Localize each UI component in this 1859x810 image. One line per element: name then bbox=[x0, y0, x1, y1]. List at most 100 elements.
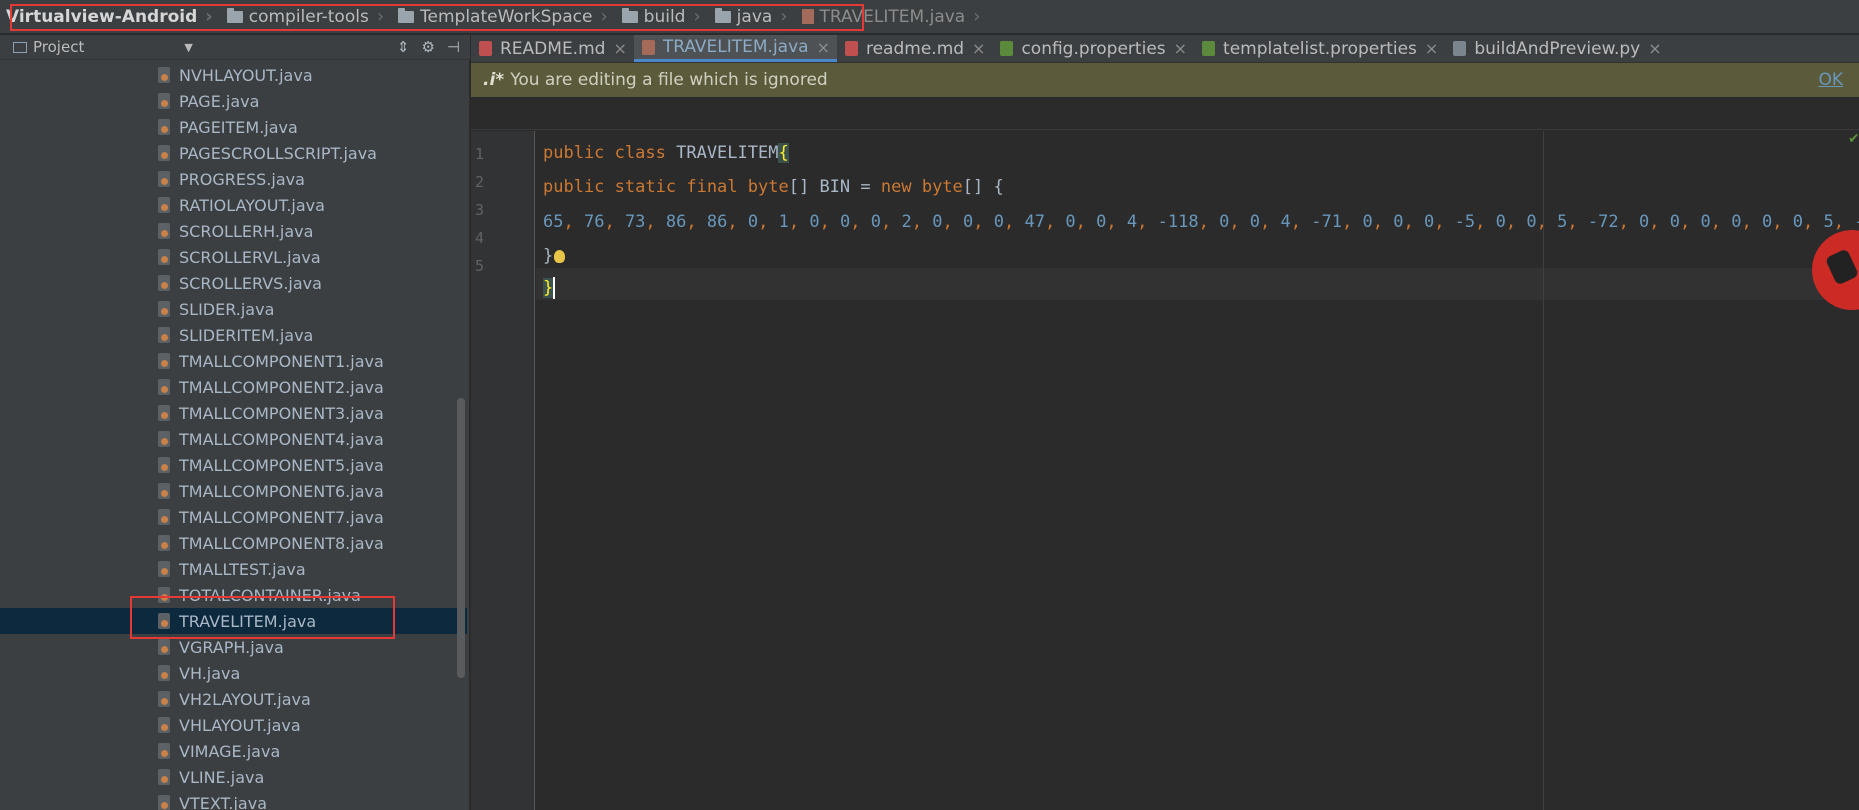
tree-item[interactable]: NVHLAYOUT.java bbox=[0, 62, 467, 88]
hide-panel-icon[interactable]: ⊣ bbox=[447, 38, 460, 56]
byte-value: 0 bbox=[932, 212, 943, 232]
tab-readme-md-lower[interactable]: readme.md × bbox=[837, 35, 992, 62]
close-icon[interactable]: × bbox=[1174, 39, 1187, 58]
java-file-icon bbox=[158, 795, 170, 810]
tree-item[interactable]: VLINE.java bbox=[0, 764, 467, 790]
close-icon[interactable]: × bbox=[972, 39, 985, 58]
breadcrumb-item-compiler-tools[interactable]: compiler-tools › bbox=[223, 0, 394, 34]
tab-label: README.md bbox=[500, 38, 606, 59]
close-icon[interactable]: × bbox=[1425, 39, 1438, 58]
code-line-3: 65, 76, 73, 86, 86, 0, 1, 0, 0, 0, 2, 0,… bbox=[543, 208, 1859, 236]
tree-item[interactable]: TOTALCONTAINER.java bbox=[0, 582, 467, 608]
tree-item[interactable]: TMALLCOMPONENT6.java bbox=[0, 478, 467, 504]
close-icon[interactable]: × bbox=[613, 39, 626, 58]
tree-item[interactable]: TMALLTEST.java bbox=[0, 556, 467, 582]
tree-item[interactable]: VH.java bbox=[0, 660, 467, 686]
tree-item[interactable]: SLIDER.java bbox=[0, 296, 467, 322]
breadcrumb-item-build[interactable]: build › bbox=[618, 0, 711, 34]
collapse-all-icon[interactable]: ⇕ bbox=[397, 38, 410, 56]
tree-item-label: TMALLTEST.java bbox=[179, 559, 306, 579]
tree-item[interactable]: TMALLCOMPONENT5.java bbox=[0, 452, 467, 478]
tree-item[interactable]: TMALLCOMPONENT1.java bbox=[0, 348, 467, 374]
line-number: 3 bbox=[475, 201, 485, 219]
ok-link[interactable]: OK bbox=[1818, 70, 1843, 90]
scrollbar[interactable] bbox=[457, 398, 465, 678]
tree-item[interactable]: VGRAPH.java bbox=[0, 634, 467, 660]
breadcrumb-root[interactable]: Virtualview-Android › bbox=[0, 0, 223, 34]
code-editor[interactable]: public class TRAVELITEM{ public static f… bbox=[536, 131, 1859, 810]
tree-item[interactable]: SLIDERITEM.java bbox=[0, 322, 467, 348]
keyword: new bbox=[880, 177, 912, 197]
tree-item[interactable]: TMALLCOMPONENT3.java bbox=[0, 400, 467, 426]
byte-value: 0 bbox=[1393, 212, 1404, 232]
breadcrumb-item-java[interactable]: java › bbox=[711, 0, 798, 34]
keyword: byte bbox=[747, 177, 789, 197]
close-icon[interactable]: × bbox=[817, 38, 830, 57]
tree-item-label: SCROLLERVL.java bbox=[179, 247, 321, 267]
tree-item[interactable]: PAGEITEM.java bbox=[0, 114, 467, 140]
separator: , bbox=[1044, 212, 1066, 232]
separator: , bbox=[1680, 212, 1701, 232]
tab-travelitem-java[interactable]: TRAVELITEM.java × bbox=[633, 35, 837, 62]
separator: , bbox=[788, 212, 810, 232]
breadcrumb-item-travelitem[interactable]: TRAVELITEM.java › bbox=[798, 0, 991, 34]
tree-item[interactable]: SCROLLERVL.java bbox=[0, 244, 467, 270]
separator: , bbox=[973, 212, 994, 232]
byte-value: 86 bbox=[665, 212, 687, 232]
tab-config-properties[interactable]: config.properties × bbox=[992, 35, 1194, 62]
tree-item-label: TOTALCONTAINER.java bbox=[179, 585, 361, 605]
tree-item[interactable]: TMALLCOMPONENT2.java bbox=[0, 374, 467, 400]
tree-item-label: VH.java bbox=[179, 663, 241, 683]
chevron-right-icon: › bbox=[205, 6, 213, 27]
lightbulb-icon[interactable] bbox=[554, 249, 566, 263]
tree-item[interactable]: TMALLCOMPONENT4.java bbox=[0, 426, 467, 452]
line-number: 5 bbox=[475, 257, 485, 275]
breadcrumb-item-templateworkspace[interactable]: TemplateWorkSpace › bbox=[394, 0, 618, 34]
code-line-2: public static final byte[] BIN = new byt… bbox=[543, 173, 1004, 201]
byte-value: 0 bbox=[809, 212, 820, 232]
tree-item[interactable]: SCROLLERH.java bbox=[0, 218, 467, 244]
java-file-icon bbox=[158, 353, 170, 369]
tab-buildandpreview-py[interactable]: buildAndPreview.py × bbox=[1445, 35, 1668, 62]
tree-item-label: VH2LAYOUT.java bbox=[179, 689, 311, 709]
tree-item[interactable]: PAGE.java bbox=[0, 88, 467, 114]
separator: , bbox=[1260, 212, 1281, 232]
tree-item[interactable]: TMALLCOMPONENT7.java bbox=[0, 504, 467, 530]
byte-value: 0 bbox=[1792, 212, 1803, 232]
tree-item[interactable]: PAGESCROLLSCRIPT.java bbox=[0, 140, 467, 166]
java-file-icon bbox=[158, 769, 170, 785]
java-file-icon bbox=[158, 691, 170, 707]
dropdown-arrow-icon[interactable]: ▼ bbox=[184, 41, 192, 54]
tree-item[interactable]: TRAVELITEM.java bbox=[0, 608, 467, 634]
close-icon[interactable]: × bbox=[1648, 39, 1661, 58]
ignored-file-notification: .i* You are editing a file which is igno… bbox=[471, 63, 1859, 97]
tree-item[interactable]: VTEXT.java bbox=[0, 790, 467, 810]
separator: , bbox=[1772, 212, 1793, 232]
byte-value: 0 bbox=[962, 212, 974, 232]
java-file-icon bbox=[641, 39, 655, 55]
gear-icon[interactable]: ⚙ bbox=[421, 38, 434, 56]
breadcrumb-label: TemplateWorkSpace bbox=[420, 6, 593, 27]
markdown-file-icon bbox=[844, 41, 858, 56]
java-file-icon bbox=[158, 379, 170, 395]
tree-item[interactable]: VHLAYOUT.java bbox=[0, 712, 467, 738]
tab-readme-md[interactable]: README.md × bbox=[471, 35, 634, 62]
breadcrumb-label: compiler-tools bbox=[248, 6, 369, 27]
tree-item[interactable]: PROGRESS.java bbox=[0, 166, 467, 192]
code-line-1: public class TRAVELITEM{ bbox=[543, 139, 789, 167]
byte-value: -118 bbox=[1157, 212, 1199, 232]
byte-value: 0 bbox=[1669, 212, 1681, 232]
byte-value: -5 bbox=[1454, 212, 1476, 232]
tree-item[interactable]: SCROLLERVS.java bbox=[0, 270, 467, 296]
tab-label: templatelist.properties bbox=[1223, 38, 1417, 59]
tree-item[interactable]: TMALLCOMPONENT8.java bbox=[0, 530, 467, 556]
tree-item[interactable]: VH2LAYOUT.java bbox=[0, 686, 467, 712]
tree-item[interactable]: RATIOLAYOUT.java bbox=[0, 192, 467, 218]
tree-item-label: VTEXT.java bbox=[179, 793, 267, 810]
separator: , bbox=[1403, 212, 1424, 232]
tree-item[interactable]: VIMAGE.java bbox=[0, 738, 467, 764]
tab-templatelist-properties[interactable]: templatelist.properties × bbox=[1194, 35, 1445, 62]
byte-value: 2 bbox=[901, 212, 912, 232]
project-panel-title[interactable]: Project bbox=[33, 38, 84, 56]
keyword: byte bbox=[921, 177, 963, 197]
